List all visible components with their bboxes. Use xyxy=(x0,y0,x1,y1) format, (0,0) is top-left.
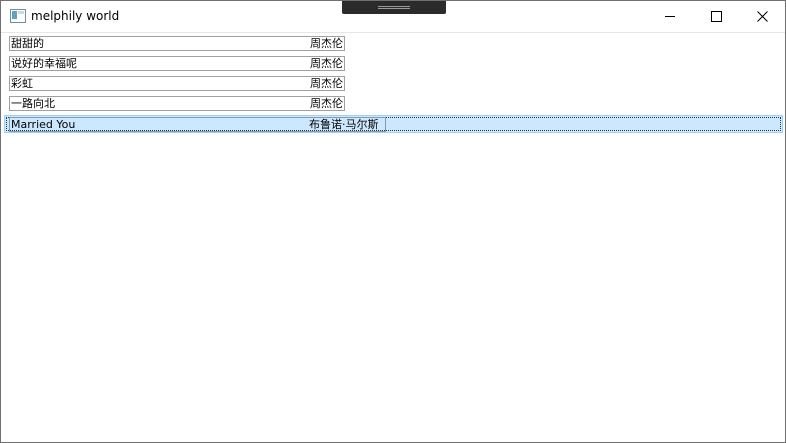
minimize-button[interactable] xyxy=(647,1,693,32)
close-button[interactable] xyxy=(739,1,785,32)
title-bar[interactable]: melphily world xyxy=(1,1,785,33)
song-list-item[interactable]: 一路向北 周杰伦 xyxy=(9,96,345,111)
song-list-item[interactable]: Married You 布鲁诺·马尔斯 xyxy=(9,117,386,132)
song-name: 说好的幸福呢 xyxy=(11,57,77,70)
song-name: Married You xyxy=(11,118,76,131)
song-artist: 布鲁诺·马尔斯 xyxy=(309,118,379,131)
app-window-icon xyxy=(10,9,26,23)
song-artist: 周杰伦 xyxy=(310,57,343,70)
song-list-item[interactable]: 甜甜的 周杰伦 xyxy=(9,36,345,51)
app-window: melphily world 甜甜的 周杰伦 说好的幸福呢 周杰伦 彩虹 周杰伦… xyxy=(0,0,786,443)
song-list-item[interactable]: 说好的幸福呢 周杰伦 xyxy=(9,56,345,71)
song-artist: 周杰伦 xyxy=(310,97,343,110)
song-name: 甜甜的 xyxy=(11,37,44,50)
song-artist: 周杰伦 xyxy=(310,77,343,90)
song-name: 彩虹 xyxy=(11,77,33,90)
song-artist: 周杰伦 xyxy=(310,37,343,50)
maximize-button[interactable] xyxy=(693,1,739,32)
song-list[interactable]: 甜甜的 周杰伦 说好的幸福呢 周杰伦 彩虹 周杰伦 一路向北 周杰伦 Marri… xyxy=(1,33,785,442)
snap-drag-handle[interactable] xyxy=(342,1,446,14)
close-icon xyxy=(757,11,768,22)
song-list-item-selected[interactable]: Married You 布鲁诺·马尔斯 xyxy=(4,115,783,133)
window-title: melphily world xyxy=(31,9,120,23)
song-name: 一路向北 xyxy=(11,97,55,110)
song-list-item[interactable]: 彩虹 周杰伦 xyxy=(9,76,345,91)
